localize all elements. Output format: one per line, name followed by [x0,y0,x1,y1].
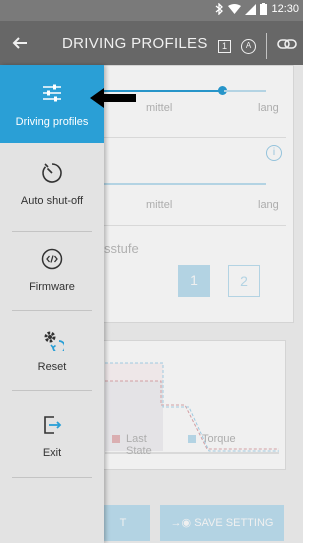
drawer-item-firmware[interactable]: Firmware [0,243,104,303]
status-bar: 12:30 [0,0,303,21]
code-icon [41,248,63,270]
timer-icon [42,163,62,183]
sliders-icon [43,84,61,102]
status-time: 12:30 [271,3,299,15]
wifi-icon [228,3,242,15]
battery-icon [260,3,268,15]
gear-reset-icon [44,331,64,351]
drawer-item-reset[interactable]: Reset [0,323,104,383]
drawer-item-exit[interactable]: Exit [0,403,104,463]
drawer-item-auto-shut-off[interactable]: Auto shut-off [0,155,104,215]
navigation-drawer: Driving profiles Auto shut-off Firmware … [0,65,104,543]
exit-icon [44,416,62,434]
pointer-arrow-icon [90,88,136,108]
signal-icon [245,3,257,15]
bluetooth-icon [215,3,224,15]
